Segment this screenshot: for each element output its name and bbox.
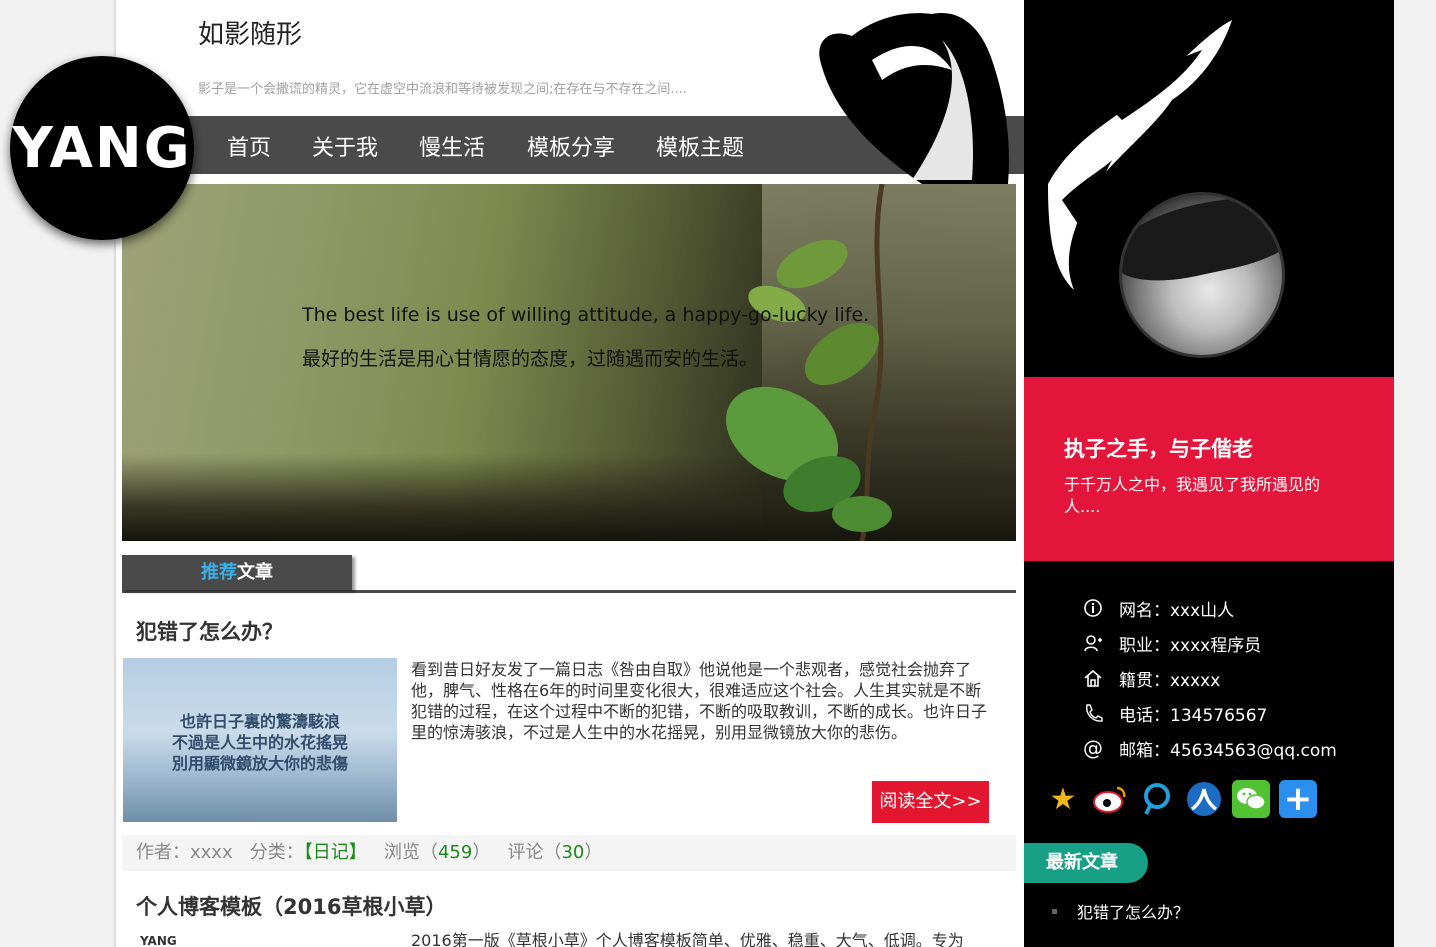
article-title[interactable]: 个人博客模板（2016草根小草） bbox=[136, 891, 446, 921]
nav-item-about[interactable]: 关于我 bbox=[312, 130, 378, 162]
recommend-section-header: 推荐文章 bbox=[122, 555, 1016, 593]
info-text: 邮箱：45634563@qq.com bbox=[1119, 740, 1337, 761]
author-name: xxxx bbox=[190, 842, 233, 863]
info-icon bbox=[1082, 597, 1104, 619]
info-email: @ 邮箱：45634563@qq.com bbox=[1082, 736, 1337, 761]
at-icon: @ bbox=[1083, 736, 1103, 760]
thumbnail-line: 別用顯微鏡放大你的悲傷 bbox=[171, 753, 348, 773]
banner-quote-cn: 最好的生活是用心甘情愿的态度，过随遇而安的生活。 bbox=[302, 348, 759, 370]
phone-icon bbox=[1082, 702, 1104, 724]
comments-label: 评论（ bbox=[507, 842, 562, 863]
views-label: 浏览（ bbox=[383, 842, 438, 863]
nav-item-template-theme[interactable]: 模板主题 bbox=[656, 130, 744, 162]
article-title[interactable]: 犯错了怎么办？ bbox=[136, 616, 283, 646]
nav-item-template-share[interactable]: 模板分享 bbox=[527, 130, 615, 162]
info-text: 网名：xxx山人 bbox=[1119, 600, 1235, 621]
renren-icon[interactable] bbox=[1185, 780, 1223, 818]
site-logo[interactable]: YANG bbox=[10, 56, 194, 240]
article-excerpt: 2016第一版《草根小草》个人博客模板简单、优雅、稳重、大气、低调。专为 bbox=[411, 931, 964, 947]
recommend-tab-label: 文章 bbox=[237, 562, 273, 583]
views-count: 459 bbox=[437, 842, 473, 863]
wechat-icon[interactable] bbox=[1232, 780, 1270, 818]
motto-text: 于千万人之中，我遇见了我所遇见的人.... bbox=[1064, 475, 1321, 516]
info-text: 电话：134576567 bbox=[1119, 705, 1268, 726]
butterfly-decoration bbox=[819, 12, 1232, 290]
info-hometown: 籍贯：xxxxx bbox=[1082, 666, 1221, 691]
info-text: 职业：xxxx程序员 bbox=[1119, 635, 1262, 656]
thumbnail-text: YANG bbox=[140, 934, 177, 947]
article-excerpt: 看到昔日好友发了一篇日志《咎由自取》他说他是一个悲观者，感觉社会抛弃了他，脾气、… bbox=[411, 660, 988, 742]
qzone-icon[interactable]: ★ bbox=[1044, 780, 1082, 818]
read-more-button[interactable]: 阅读全文>> bbox=[872, 781, 989, 823]
author-label: 作者： bbox=[136, 842, 190, 863]
info-phone: 电话：134576567 bbox=[1082, 701, 1268, 726]
motto-title: 执子之手，与子偕老 bbox=[1064, 437, 1253, 461]
recommend-tab-highlight: 推荐 bbox=[201, 562, 237, 583]
weibo-icon[interactable] bbox=[1091, 780, 1129, 818]
category-link[interactable]: 【日记】 bbox=[304, 842, 367, 863]
pengyou-icon[interactable] bbox=[1138, 780, 1176, 818]
article-thumbnail[interactable]: YANG bbox=[140, 934, 390, 947]
logo-text: YANG bbox=[12, 115, 192, 181]
site-title: 如影随形 bbox=[198, 20, 303, 50]
nav-item-home[interactable]: 首页 bbox=[227, 130, 271, 162]
info-text: 籍贯：xxxxx bbox=[1119, 670, 1221, 691]
article-meta: 作者：xxxx 分类：【日记】 浏览（459） 评论（30） bbox=[122, 835, 1016, 871]
site-description: 影子是一个会撒谎的精灵，它在虚空中流浪和等待被发现之间;在存在与不存在之间...… bbox=[198, 82, 687, 97]
motto-card: 执子之手，与子偕老 于千万人之中，我遇见了我所遇见的人.... bbox=[1024, 377, 1394, 561]
thumbnail-line: 也許日子裏的驚濤駭浪 bbox=[179, 711, 340, 731]
latest-article-title[interactable]: 犯错了怎么办？ bbox=[1077, 899, 1189, 923]
user-icon bbox=[1082, 632, 1104, 654]
recommend-tab[interactable]: 推荐文章 bbox=[122, 555, 352, 590]
banner-quote-en: The best life is use of willing attitude… bbox=[302, 304, 870, 326]
article-thumbnail[interactable]: 也許日子裏的驚濤駭浪 不過是人生中的水花搖晃 別用顯微鏡放大你的悲傷 bbox=[123, 658, 397, 822]
social-share-bar: ★ + bbox=[1044, 779, 1317, 819]
more-share-icon[interactable]: + bbox=[1279, 779, 1317, 819]
bullet-icon bbox=[1052, 908, 1057, 914]
home-icon bbox=[1082, 667, 1104, 689]
comments-count[interactable]: 30 bbox=[561, 842, 584, 863]
info-nickname: 网名：xxx山人 bbox=[1082, 596, 1235, 621]
thumbnail-line: 不過是人生中的水花搖晃 bbox=[171, 732, 348, 752]
latest-article-item[interactable]: 犯错了怎么办？ bbox=[1052, 899, 1189, 923]
views-close: ） bbox=[472, 842, 491, 863]
category-label: 分类： bbox=[249, 842, 304, 863]
nav-item-slow-life[interactable]: 慢生活 bbox=[419, 130, 485, 162]
info-job: 职业：xxxx程序员 bbox=[1082, 631, 1262, 656]
comments-close: ） bbox=[584, 842, 603, 863]
latest-articles-tab[interactable]: 最新文章 bbox=[1024, 843, 1148, 883]
